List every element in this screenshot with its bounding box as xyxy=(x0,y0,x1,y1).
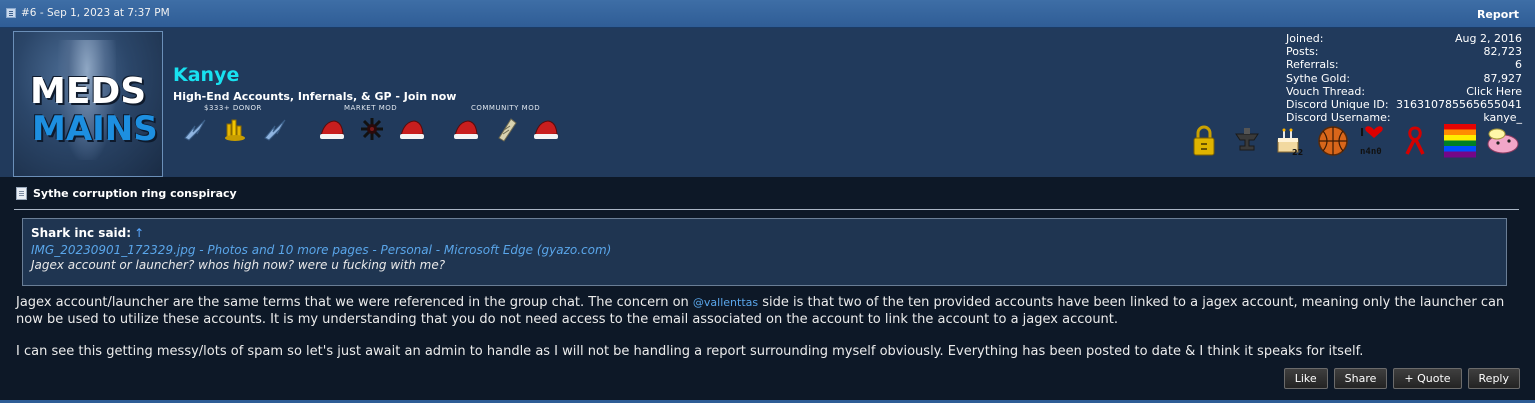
gold-coins-icon xyxy=(221,116,249,142)
rank-label-market-mod: MARKET MOD xyxy=(344,104,398,112)
like-button[interactable]: Like xyxy=(1283,368,1328,389)
santa-hat-icon xyxy=(452,116,480,142)
vouch-thread-link[interactable]: Click Here xyxy=(1466,85,1522,98)
avatar-text-mains: MAINS xyxy=(32,109,158,149)
svg-text:22: 22 xyxy=(1292,148,1303,157)
stat-sythe-gold: Sythe Gold: 87,927 xyxy=(1286,71,1522,85)
thread-title: Sythe corruption ring conspiracy xyxy=(16,187,237,200)
reply-button[interactable]: Reply xyxy=(1467,368,1520,389)
post-meta: #6 - Sep 1, 2023 at 7:37 PM xyxy=(6,7,170,19)
santa-hat-icon xyxy=(398,116,426,142)
quote-jump-arrow-icon[interactable]: ↑ xyxy=(134,226,144,240)
quote-text: Jagex account or launcher? whos high now… xyxy=(31,258,446,272)
quote-author: Shark inc said: ↑ xyxy=(31,226,145,240)
post-paragraph-1: Jagex account/launcher are the same term… xyxy=(16,295,1505,327)
pink-creature-icon[interactable] xyxy=(1485,124,1521,158)
quote-link[interactable]: IMG_20230901_172329.jpg - Photos and 10 … xyxy=(31,243,1498,257)
stat-posts: Posts: 82,723 xyxy=(1286,45,1522,59)
svg-text:n4n0: n4n0 xyxy=(1360,147,1382,157)
divider xyxy=(14,209,1519,210)
stat-referrals: Referrals: 6 xyxy=(1286,58,1522,72)
report-link[interactable]: Report xyxy=(1477,8,1519,21)
padlock-icon[interactable] xyxy=(1190,124,1218,158)
post-content: Sythe corruption ring conspiracy Shark i… xyxy=(0,177,1535,403)
rank-label-donor: $333+ DONOR xyxy=(204,104,262,112)
mithril-dragon-icon xyxy=(181,116,209,142)
mithril-dragon-icon xyxy=(261,116,289,142)
avatar-text-meds: MEDS xyxy=(30,71,147,112)
post-date[interactable]: #6 - Sep 1, 2023 at 7:37 PM xyxy=(21,7,170,19)
user-stats: Joined: Aug 2, 2016 Posts: 82,723 Referral… xyxy=(1286,32,1522,124)
user-info-bar: MEDS MAINS Kanye High-End Accounts, Infe… xyxy=(0,28,1535,177)
document-icon xyxy=(16,187,27,200)
i-love-n4n0-icon[interactable]: In4n0 xyxy=(1358,124,1390,158)
santa-hat-icon xyxy=(318,116,346,142)
scroll-icon xyxy=(492,116,520,142)
rainbow-flag-icon[interactable] xyxy=(1443,124,1477,158)
avatar[interactable]: MEDS MAINS xyxy=(13,31,163,177)
username[interactable]: Kanye xyxy=(173,64,239,86)
svg-text:I: I xyxy=(1360,126,1364,139)
stat-discord-username: Discord Username: kanye_ xyxy=(1286,111,1522,125)
quote-button[interactable]: + Quote xyxy=(1393,368,1462,389)
stat-joined: Joined: Aug 2, 2016 xyxy=(1286,32,1522,45)
thread-title-text[interactable]: Sythe corruption ring conspiracy xyxy=(33,187,237,200)
post-body: Jagex account/launcher are the same term… xyxy=(16,295,1516,361)
stat-vouch-thread: Vouch Thread: Click Here xyxy=(1286,84,1522,98)
share-button[interactable]: Share xyxy=(1333,368,1388,389)
post-icon xyxy=(6,8,16,18)
ribbon-icon[interactable] xyxy=(1400,124,1430,158)
anvil-icon[interactable] xyxy=(1232,124,1262,158)
user-title: High-End Accounts, Infernals, & GP - Joi… xyxy=(173,90,457,103)
black-party-hat-icon xyxy=(358,116,386,142)
user-mention[interactable]: @vallenttas xyxy=(693,296,758,309)
cake-icon[interactable]: 22 xyxy=(1274,124,1306,158)
basketball-icon[interactable] xyxy=(1317,124,1349,158)
quote-block: Shark inc said: ↑ IMG_20230901_172329.jpg… xyxy=(22,218,1507,286)
post-actions: Like Share + Quote Reply xyxy=(1283,368,1520,389)
post-header-bar: #6 - Sep 1, 2023 at 7:37 PM Report xyxy=(0,0,1535,28)
rank-label-community-mod: COMMUNITY MOD xyxy=(471,104,541,112)
santa-hat-icon xyxy=(532,116,560,142)
post-paragraph-2: I can see this getting messy/lots of spa… xyxy=(16,344,1364,359)
stat-discord-id: Discord Unique ID: 316310785565655041 xyxy=(1286,98,1522,112)
